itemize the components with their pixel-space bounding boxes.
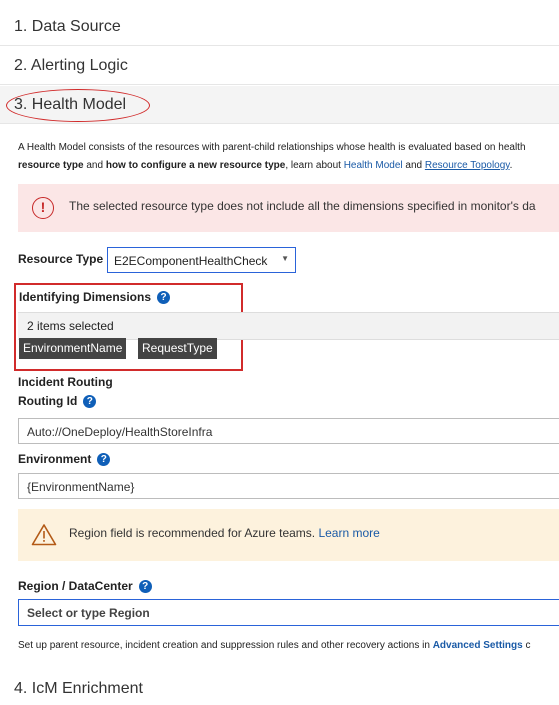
routing-id-value: Auto://OneDeploy/HealthStoreInfra <box>27 425 213 439</box>
advanced-settings-link[interactable]: Advanced Settings <box>433 640 523 651</box>
section-title: 1. Data Source <box>14 17 121 35</box>
dimension-tag[interactable]: EnvironmentName <box>19 338 127 359</box>
error-circle-icon: ! <box>32 197 54 219</box>
dimensions-multiselect[interactable]: 2 items selected <box>18 312 559 340</box>
region-placeholder: Select or type Region <box>27 606 150 620</box>
routing-id-input[interactable]: Auto://OneDeploy/HealthStoreInfra <box>18 418 559 444</box>
region-input[interactable]: Select or type Region <box>18 599 559 626</box>
section-icm-enrichment[interactable]: 4. IcM Enrichment <box>0 672 559 705</box>
environment-input[interactable]: {EnvironmentName} <box>18 473 559 499</box>
resource-type-emphasis: resource type <box>18 160 84 171</box>
warning-triangle-icon <box>31 524 57 546</box>
warning-alert: Region field is recommended for Azure te… <box>18 509 559 561</box>
selected-count: 2 items selected <box>27 319 114 333</box>
warning-message: Region field is recommended for Azure te… <box>69 526 380 540</box>
footer-text: Set up parent resource, incident creatio… <box>18 640 531 651</box>
resource-type-value: E2EComponentHealthCheck <box>114 254 268 268</box>
learn-more-link[interactable]: Learn more <box>318 526 379 540</box>
configure-emphasis: how to configure a new resource type <box>105 160 286 171</box>
region-label: Region / DataCenter? <box>18 579 152 594</box>
environment-label: Environment? <box>18 452 111 467</box>
environment-value: {EnvironmentName} <box>27 480 135 494</box>
help-icon[interactable]: ? <box>157 291 171 305</box>
resource-type-select[interactable]: E2EComponentHealthCheck ▼ <box>107 247 296 273</box>
highlight-oval <box>6 89 150 122</box>
help-icon[interactable]: ? <box>138 580 152 594</box>
health-model-description: A Health Model consists of the resources… <box>18 142 526 171</box>
dimension-tag[interactable]: RequestType <box>138 338 217 359</box>
section-data-source[interactable]: 1. Data Source <box>0 8 559 46</box>
resource-type-label: Resource Type <box>18 252 104 266</box>
incident-routing-heading: Incident Routing <box>18 375 113 389</box>
routing-id-label: Routing Id? <box>18 394 97 409</box>
chevron-down-icon: ▼ <box>281 254 289 263</box>
resource-topology-link[interactable]: Resource Topology <box>425 160 510 171</box>
help-icon[interactable]: ? <box>83 395 97 409</box>
section-alerting-logic[interactable]: 2. Alerting Logic <box>0 47 559 85</box>
help-icon[interactable]: ? <box>97 453 111 467</box>
error-message: The selected resource type does not incl… <box>69 199 536 213</box>
section-title: 4. IcM Enrichment <box>14 679 143 697</box>
identifying-dimensions-label: Identifying Dimensions? <box>19 290 171 305</box>
section-title: 2. Alerting Logic <box>14 56 128 74</box>
error-alert: ! The selected resource type does not in… <box>18 184 559 232</box>
health-model-link[interactable]: Health Model <box>344 160 403 171</box>
